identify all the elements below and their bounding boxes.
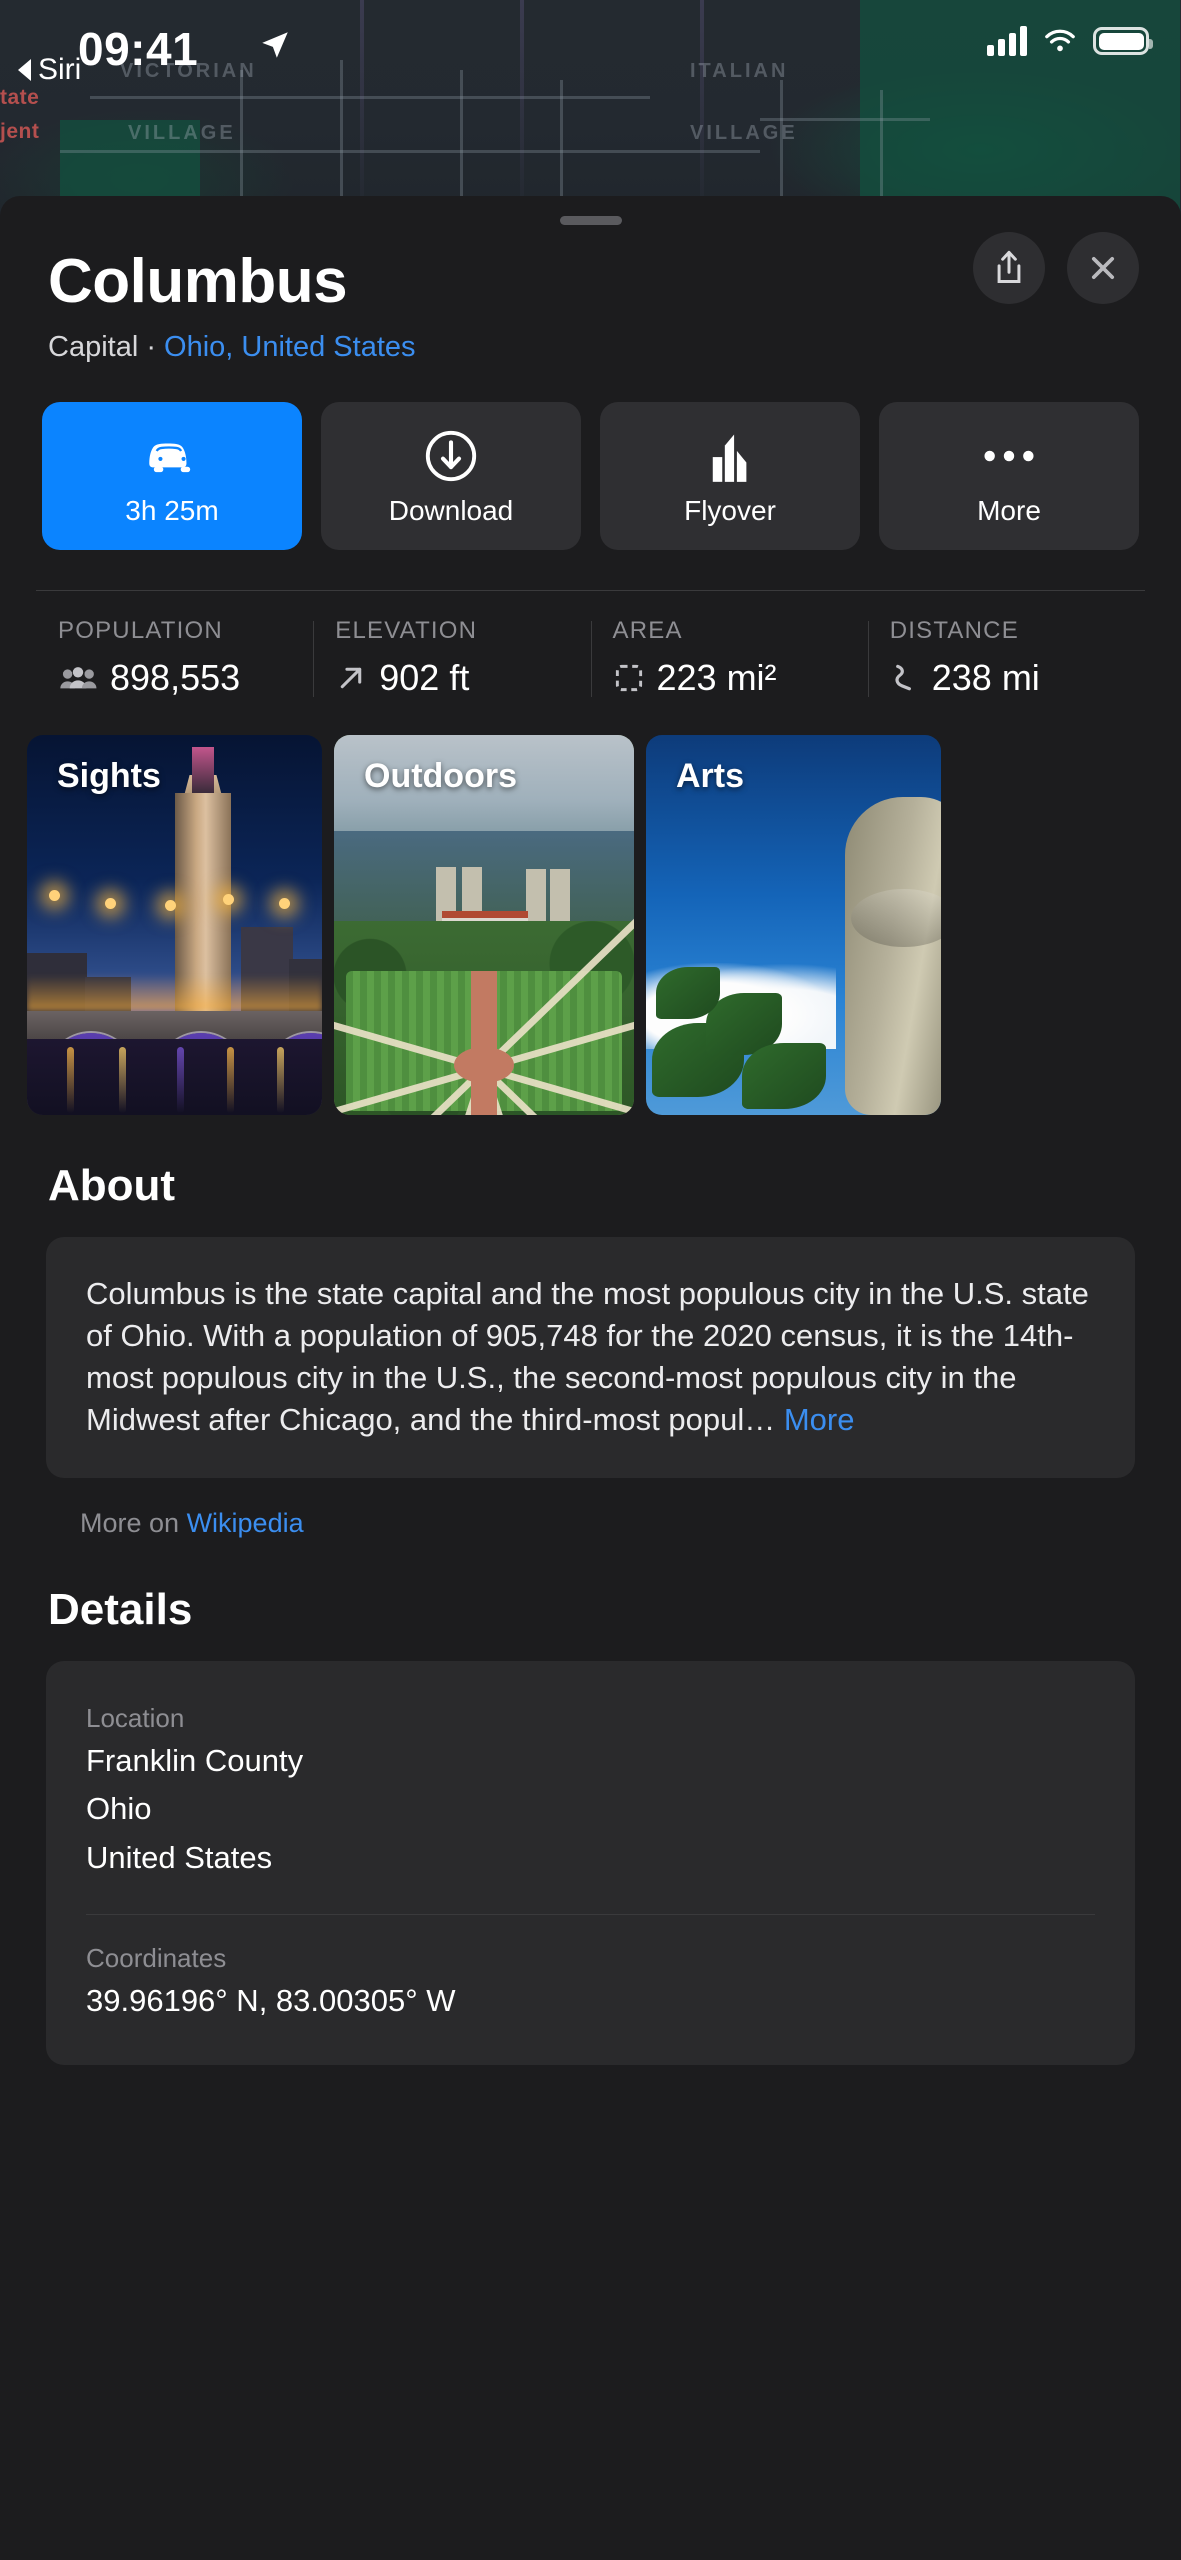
share-icon (997, 250, 1021, 283)
detail-row-coordinates[interactable]: Coordinates 39.96196° N, 83.00305° W (86, 1937, 1095, 2029)
category-card-title: Sights (57, 757, 161, 795)
detail-label: Location (86, 1702, 185, 1733)
category-card-title: Outdoors (364, 757, 517, 795)
more-button[interactable]: More (879, 402, 1139, 550)
about-panel[interactable]: Columbus is the state capital and the mo… (46, 1237, 1135, 1478)
stats-section: POPULATION 898,553 ELEVATION 902 ft AREA… (0, 590, 1181, 699)
detail-value: 39.96196° N, 83.00305° W (86, 1982, 456, 2018)
stat-value-row: 223 mi² (613, 657, 868, 699)
winding-road-icon (895, 664, 911, 691)
about-heading: About (48, 1161, 176, 1210)
location-arrow-icon (258, 28, 292, 67)
cellular-signal-icon (987, 26, 1027, 56)
category-card-outdoors[interactable]: Outdoors (334, 735, 634, 1115)
share-button[interactable] (973, 232, 1045, 304)
category-card-title: Arts (676, 757, 745, 795)
close-button[interactable] (1067, 232, 1139, 304)
back-app-label: Siri (38, 53, 82, 86)
wikipedia-link[interactable]: Wikipedia (187, 1508, 304, 1538)
status-bar-time: 09:41 (78, 23, 199, 75)
flyover-label: Flyover (684, 495, 776, 526)
place-header: Columbus Capital · Ohio, United States (0, 196, 1181, 364)
battery-icon (1093, 27, 1153, 55)
place-subtitle: Capital · Ohio, United States (48, 331, 1133, 364)
stat-distance: DISTANCE 238 mi (867, 617, 1145, 699)
stat-value-row: 238 mi (890, 657, 1145, 699)
stat-label: AREA (612, 617, 683, 644)
detail-value: Franklin County (86, 1742, 304, 1778)
stat-value-row: 902 ft (335, 657, 590, 699)
category-card-arts[interactable]: Arts (646, 735, 941, 1115)
detail-value: United States (86, 1840, 273, 1876)
category-card-sights[interactable]: Sights (27, 735, 322, 1115)
ellipsis-icon (980, 425, 1038, 487)
about-more-link[interactable]: More (784, 1402, 855, 1437)
chevron-left-icon (18, 59, 31, 81)
detail-label: Coordinates (86, 1942, 227, 1973)
dashed-square-icon (615, 664, 642, 692)
flyover-button[interactable]: Flyover (600, 402, 860, 550)
stat-elevation: ELEVATION 902 ft (313, 617, 590, 699)
stat-label: DISTANCE (889, 617, 1019, 644)
detail-value: Ohio (86, 1791, 152, 1827)
status-bar-indicators (987, 26, 1153, 56)
place-region-link[interactable]: Ohio, United States (164, 331, 415, 363)
wifi-icon (1045, 29, 1075, 52)
stat-value: 902 ft (379, 657, 470, 698)
status-bar: 09:41 Siri (0, 0, 1181, 150)
stat-value-row: 898,553 (58, 657, 313, 699)
car-icon (141, 425, 203, 487)
header-buttons (973, 232, 1139, 304)
place-detail-sheet: Columbus Capital · Ohio, United States 3… (0, 196, 1181, 2560)
wikipedia-attribution: More on Wikipedia (0, 1478, 1181, 1539)
stat-value: 238 mi (931, 657, 1040, 698)
stat-label: ELEVATION (335, 617, 478, 644)
directions-button[interactable]: 3h 25m (42, 402, 302, 550)
details-panel: Location Franklin County Ohio United Sta… (46, 1660, 1135, 2065)
close-icon (1091, 256, 1115, 280)
about-body-text: Columbus is the state capital and the mo… (86, 1276, 1089, 1438)
detail-divider (86, 1913, 1095, 1915)
maps-place-card-screen: VICTORIAN VILLAGE ITALIAN VILLAGE tate j… (0, 0, 1181, 2560)
download-circle-icon (422, 425, 480, 487)
stat-area: AREA 223 mi² (590, 617, 868, 699)
back-to-siri-button[interactable]: Siri (18, 53, 81, 87)
stat-value: 898,553 (110, 657, 241, 698)
wikipedia-prefix: More on (80, 1507, 187, 1538)
buildings-icon (704, 425, 756, 487)
about-body: Columbus is the state capital and the mo… (86, 1273, 1095, 1442)
details-heading: Details (48, 1584, 193, 1634)
more-label: More (977, 495, 1041, 526)
directions-duration-label: 3h 25m (125, 495, 219, 526)
people-icon (60, 667, 97, 689)
place-category-label: Capital · (48, 331, 165, 363)
page-title: Columbus (48, 247, 348, 316)
detail-row-location[interactable]: Location Franklin County Ohio United Sta… (86, 1697, 1095, 1886)
download-button[interactable]: Download (321, 402, 581, 550)
category-card-carousel[interactable]: Sights Outdoors Arts (0, 699, 1181, 1115)
stat-label: POPULATION (58, 617, 223, 644)
stat-value: 223 mi² (656, 657, 777, 698)
download-label: Download (388, 495, 514, 526)
action-button-row: 3h 25m Download Flyover More (0, 364, 1181, 550)
stats-row: POPULATION 898,553 ELEVATION 902 ft AREA… (36, 591, 1145, 699)
stat-population: POPULATION 898,553 (36, 617, 313, 699)
arrow-up-right-icon (340, 667, 362, 689)
